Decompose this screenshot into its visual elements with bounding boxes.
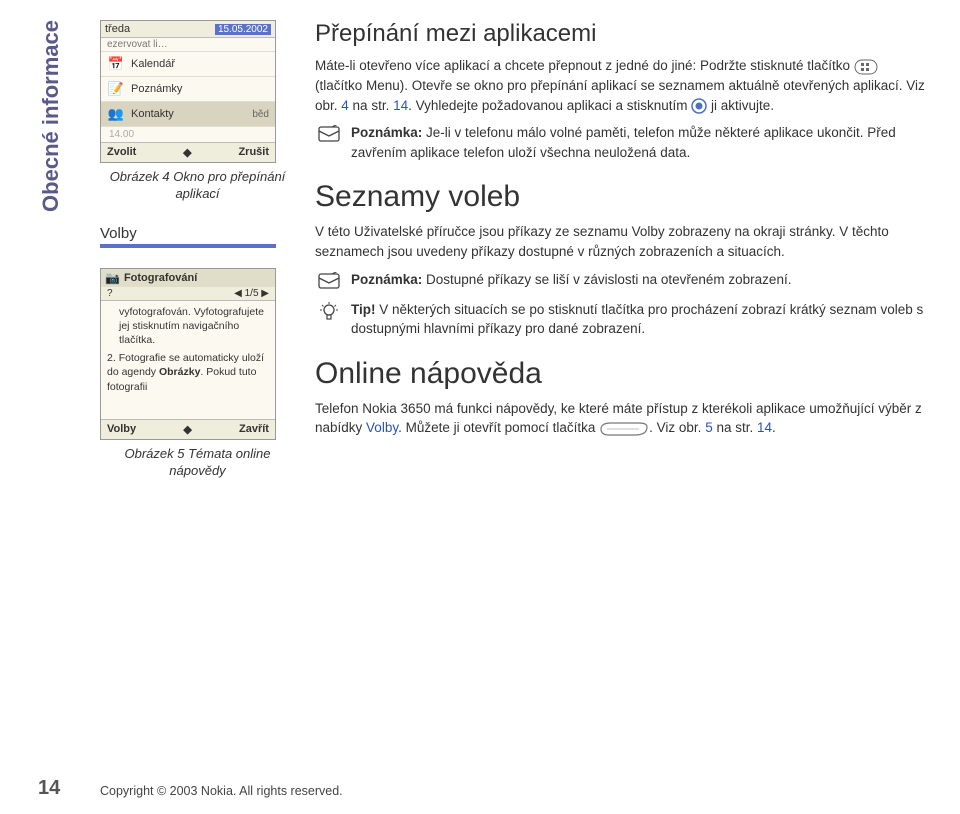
softkey-left: Volby	[107, 423, 136, 436]
note-block: Poznámka: Dostupné příkazy se liší v záv…	[315, 270, 928, 290]
heading-option-lists: Seznamy voleb	[315, 180, 928, 214]
paragraph-option-lists: V této Uživatelské příručce jsou příkazy…	[315, 222, 928, 261]
fig4-item-notes: 📝 Poznámky	[101, 77, 275, 102]
tip-block: Tip! V některých situacích se po stisknu…	[315, 300, 928, 339]
fig4-time: 14.00	[101, 127, 275, 142]
fig4-sub: ezervovat li…	[101, 38, 275, 52]
tip-text: V některých situacích se po stisknutí tl…	[351, 302, 923, 337]
left-column: tředa 15.05.2002 ezervovat li… 📅 Kalendá…	[100, 20, 295, 480]
fig5-line: vyfotografován. Vyfotografujete jej stis…	[119, 305, 269, 348]
note-label: Poznámka:	[351, 125, 422, 140]
menu-key-icon	[854, 57, 878, 77]
link-page-14[interactable]: 14	[393, 98, 408, 113]
fig5-counter: 1/5	[245, 288, 259, 299]
copyright-footer: Copyright © 2003 Nokia. All rights reser…	[100, 784, 343, 798]
notes-icon: 📝	[107, 80, 125, 98]
heading-online-help: Online nápověda	[315, 357, 928, 391]
link-fig-4[interactable]: 4	[341, 98, 349, 113]
fig5-title: Fotografování	[124, 272, 197, 284]
section-tab: Obecné informace	[38, 20, 64, 212]
softkey-right: Zavřít	[239, 423, 269, 436]
contacts-icon: 👥	[107, 105, 125, 123]
figure-4-screenshot: tředa 15.05.2002 ezervovat li… 📅 Kalendá…	[100, 20, 276, 163]
link-volby: Volby	[366, 420, 398, 435]
note-label: Poznámka:	[351, 272, 422, 287]
figure-5-caption: Obrázek 5 Témata online nápovědy	[100, 446, 295, 480]
note-icon	[315, 270, 343, 290]
softkey-nav: ◆	[183, 423, 191, 436]
fig4-day: tředa	[105, 23, 130, 35]
fig4-item-label: Kalendář	[131, 58, 175, 70]
fig4-item-calendar: 📅 Kalendář	[101, 52, 275, 77]
fig4-list: 📅 Kalendář 📝 Poznámky 👥 Kontakty běd 14.…	[101, 52, 275, 142]
softkey-icon	[599, 419, 649, 439]
paragraph-online-help: Telefon Nokia 3650 má funkci nápovědy, k…	[315, 399, 928, 439]
fig5-body: vyfotografován. Vyfotografujete jej stis…	[101, 301, 275, 419]
softkey-left: Zvolit	[107, 146, 136, 159]
volby-line	[100, 244, 276, 248]
fig5-subheader: ? ◀ 1/5 ▶	[101, 287, 275, 301]
paragraph-switching-apps: Máte-li otevřeno více aplikací a chcete …	[315, 56, 928, 115]
fig4-item-contacts: 👥 Kontakty běd	[101, 102, 275, 127]
link-page-14b[interactable]: 14	[757, 420, 772, 435]
nav-key-icon	[691, 98, 707, 114]
fig5-line: 2. Fotografie se automaticky uloží do ag…	[107, 351, 269, 394]
softkey-nav: ◆	[183, 146, 191, 159]
main-content: Přepínání mezi aplikacemi Máte-li otevře…	[315, 20, 928, 447]
fig4-top: tředa 15.05.2002	[101, 21, 275, 38]
fig5-header: 📷 Fotografování	[101, 269, 275, 287]
fig4-item-label: Kontakty	[131, 108, 174, 120]
question-icon: ?	[107, 288, 113, 299]
note-block: Poznámka: Je-li v telefonu málo volné pa…	[315, 123, 928, 162]
figure-4-caption: Obrázek 4 Okno pro přepínání aplikací	[100, 169, 295, 203]
fig5-softkeys: Volby ◆ Zavřít	[101, 419, 275, 439]
link-fig-5[interactable]: 5	[705, 420, 713, 435]
tip-icon	[315, 300, 343, 339]
fig4-softkeys: Zvolit ◆ Zrušit	[101, 142, 275, 162]
calendar-icon: 📅	[107, 55, 125, 73]
heading-switching-apps: Přepínání mezi aplikacemi	[315, 20, 928, 48]
volby-heading: Volby	[100, 225, 295, 242]
note-icon	[315, 123, 343, 162]
note-text: Je-li v telefonu málo volné paměti, tele…	[351, 125, 896, 160]
fig4-detail: běd	[252, 109, 269, 120]
fig4-date: 15.05.2002	[215, 24, 271, 35]
figure-5-screenshot: 📷 Fotografování ? ◀ 1/5 ▶ vyfotografován…	[100, 268, 276, 440]
softkey-right: Zrušit	[238, 146, 269, 159]
tip-label: Tip!	[351, 302, 376, 317]
page-number: 14	[38, 777, 60, 800]
help-icon: 📷	[105, 271, 120, 285]
note-text: Dostupné příkazy se liší v závislosti na…	[422, 272, 791, 287]
fig4-item-label: Poznámky	[131, 83, 182, 95]
